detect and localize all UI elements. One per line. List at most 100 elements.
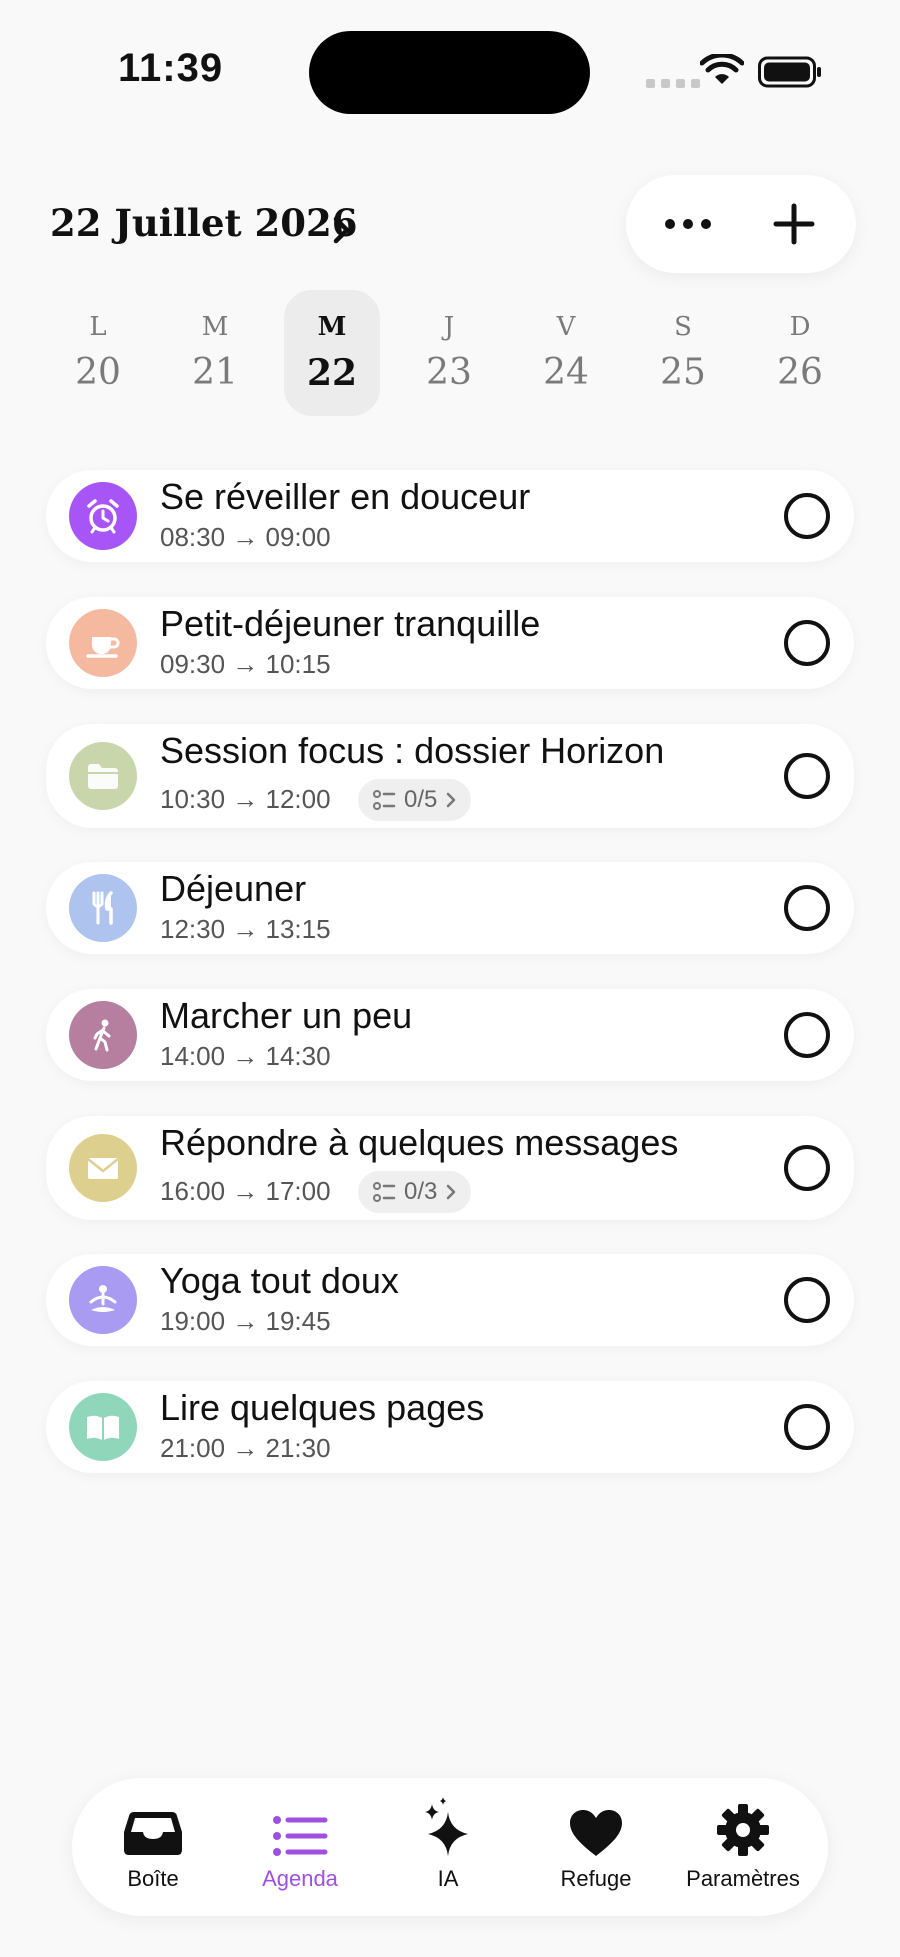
- checklist-icon: [373, 790, 396, 810]
- heart-icon: [570, 1810, 622, 1856]
- header: 22 Juillet 2026: [0, 175, 900, 275]
- day-letter: V: [556, 312, 576, 342]
- task-checkbox[interactable]: [784, 1404, 830, 1450]
- task-title: Session focus : dossier Horizon: [160, 730, 665, 771]
- task-checkbox[interactable]: [784, 1012, 830, 1058]
- task-time: 19:00 → 19:45: [160, 1306, 331, 1336]
- date-title[interactable]: 22 Juillet 2026: [50, 201, 357, 245]
- alarm-clock-icon: [69, 482, 137, 550]
- tab-parametres[interactable]: Paramètres: [670, 1778, 816, 1916]
- task-card[interactable]: Lire quelques pages 21:00 → 21:30: [46, 1381, 854, 1473]
- task-title: Lire quelques pages: [160, 1387, 485, 1428]
- task-title: Déjeuner: [160, 868, 307, 909]
- day-monday[interactable]: L 20: [50, 290, 146, 416]
- tab-label: IA: [437, 1866, 459, 1891]
- header-actions: [626, 175, 856, 273]
- subtask-count: 0/5: [404, 786, 438, 813]
- coffee-cup-icon: [69, 609, 137, 677]
- day-wednesday-selected[interactable]: M 22: [284, 290, 380, 416]
- task-time: 14:00 → 14:30: [160, 1041, 331, 1071]
- plus-icon: [773, 203, 815, 245]
- task-card[interactable]: Déjeuner 12:30 → 13:15: [46, 862, 854, 954]
- task-card[interactable]: Répondre à quelques messages 16:00 → 17:…: [46, 1116, 854, 1220]
- task-time: 16:00 → 17:00: [160, 1176, 331, 1206]
- task-checkbox[interactable]: [784, 493, 830, 539]
- envelope-icon: [69, 1134, 137, 1202]
- task-card[interactable]: Marcher un peu 14:00 → 14:30: [46, 989, 854, 1081]
- list-icon: [273, 1816, 328, 1856]
- day-letter: J: [443, 312, 455, 342]
- battery-icon: [758, 56, 821, 88]
- tab-ia[interactable]: IA: [375, 1778, 521, 1916]
- day-letter: D: [789, 312, 811, 342]
- task-checkbox[interactable]: [784, 1277, 830, 1323]
- walking-icon: [69, 1001, 137, 1069]
- tab-label: Boîte: [127, 1866, 179, 1891]
- day-number: 22: [306, 352, 358, 394]
- day-number: 21: [192, 352, 238, 393]
- sparkles-icon: [425, 1797, 468, 1856]
- chevron-right-icon: [447, 792, 456, 808]
- day-number: 20: [75, 352, 121, 393]
- day-number: 24: [543, 352, 589, 393]
- task-time: 08:30 → 09:00: [160, 522, 331, 552]
- more-button[interactable]: [656, 199, 720, 249]
- inbox-tray-icon: [124, 1812, 182, 1855]
- day-letter: M: [201, 312, 229, 342]
- day-letter: S: [674, 312, 692, 342]
- chevron-right-icon: [447, 1184, 456, 1200]
- wifi-icon: [700, 54, 744, 84]
- task-checkbox[interactable]: [784, 885, 830, 931]
- tab-boite[interactable]: Boîte: [80, 1778, 226, 1916]
- task-title: Yoga tout doux: [160, 1260, 399, 1301]
- add-button[interactable]: [762, 199, 826, 249]
- day-saturday[interactable]: S 25: [635, 290, 731, 416]
- task-time: 09:30 → 10:15: [160, 649, 331, 679]
- task-card[interactable]: Petit-déjeuner tranquille 09:30 → 10:15: [46, 597, 854, 689]
- task-time: 10:30 → 12:00: [160, 784, 331, 814]
- task-title: Se réveiller en douceur: [160, 476, 531, 517]
- task-checkbox[interactable]: [784, 620, 830, 666]
- gear-icon: [717, 1804, 769, 1856]
- open-book-icon: [69, 1393, 137, 1461]
- task-title: Répondre à quelques messages: [160, 1122, 679, 1163]
- tab-label: Agenda: [262, 1866, 338, 1891]
- day-number: 25: [660, 352, 706, 393]
- day-number: 26: [777, 352, 823, 393]
- task-checkbox[interactable]: [784, 753, 830, 799]
- tab-agenda[interactable]: Agenda: [227, 1778, 373, 1916]
- task-card[interactable]: Yoga tout doux 19:00 → 19:45: [46, 1254, 854, 1346]
- checklist-icon: [373, 1182, 396, 1202]
- tab-label: Refuge: [560, 1866, 632, 1891]
- dynamic-island: [309, 31, 590, 114]
- fork-knife-icon: [69, 874, 137, 942]
- day-letter: M: [317, 312, 347, 342]
- task-time: 12:30 → 13:15: [160, 914, 331, 944]
- folder-icon: [69, 742, 137, 810]
- cellular-signal-icon: [646, 79, 700, 88]
- day-tuesday[interactable]: M 21: [167, 290, 263, 416]
- status-time: 11:39: [118, 46, 224, 90]
- tab-label: Paramètres: [686, 1866, 800, 1891]
- day-letter: L: [89, 312, 107, 342]
- status-bar: 11:39: [0, 0, 900, 140]
- ellipsis-icon: [665, 219, 711, 229]
- task-time: 21:00 → 21:30: [160, 1433, 331, 1463]
- task-title: Marcher un peu: [160, 995, 413, 1036]
- chevron-right-icon[interactable]: [332, 215, 352, 245]
- subtask-progress-pill[interactable]: 0/5: [358, 779, 472, 821]
- task-card[interactable]: Session focus : dossier Horizon 10:30 → …: [46, 724, 854, 828]
- tab-bar: Boîte Agenda IA Refuge Paramètres: [72, 1778, 828, 1916]
- task-title: Petit-déjeuner tranquille: [160, 603, 541, 644]
- day-friday[interactable]: V 24: [518, 290, 614, 416]
- subtask-count: 0/3: [404, 1178, 438, 1205]
- task-card[interactable]: Se réveiller en douceur 08:30 → 09:00: [46, 470, 854, 562]
- day-thursday[interactable]: J 23: [401, 290, 497, 416]
- day-sunday[interactable]: D 26: [752, 290, 848, 416]
- task-checkbox[interactable]: [784, 1145, 830, 1191]
- day-number: 23: [426, 352, 472, 393]
- week-strip: L 20 M 21 M 22 J 23 V 24 S 25 D 26: [50, 290, 850, 420]
- tab-refuge[interactable]: Refuge: [523, 1778, 669, 1916]
- meditation-icon: [69, 1266, 137, 1334]
- subtask-progress-pill[interactable]: 0/3: [358, 1171, 472, 1213]
